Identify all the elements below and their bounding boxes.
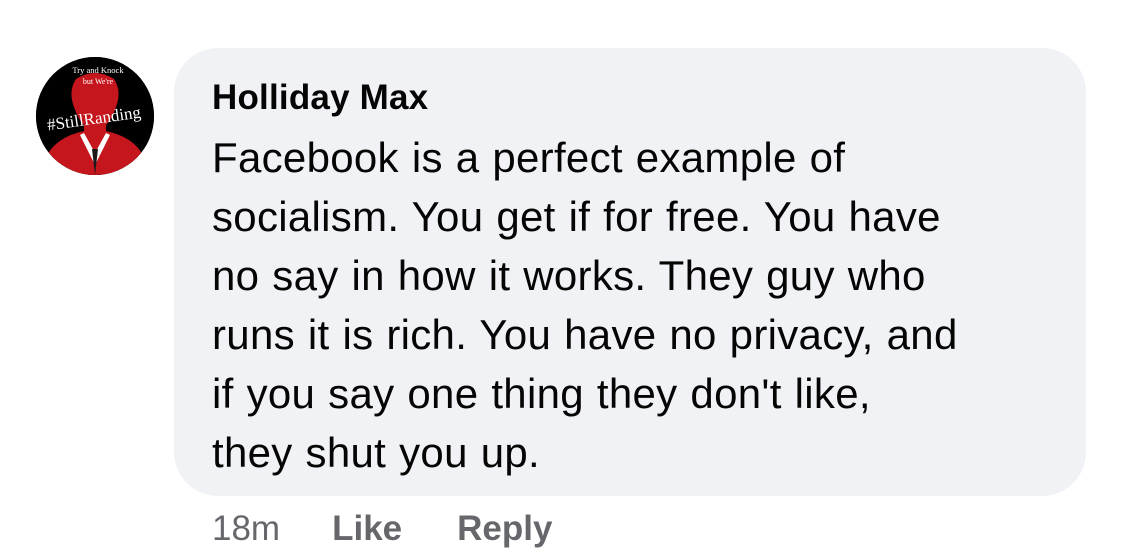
avatar-top-text-2: but We're xyxy=(83,77,114,86)
avatar-image: Try and Knock but We're #StillRanding xyxy=(36,57,154,175)
comment-line: socialism. You get if for free. You have xyxy=(212,193,941,240)
comment-timestamp[interactable]: 18m xyxy=(212,509,280,549)
comment-bubble: Holliday Max Facebook is a perfect examp… xyxy=(174,48,1086,496)
comment-actions: 18m Like Reply xyxy=(212,505,552,553)
comment-line: runs it is rich. You have no privacy, an… xyxy=(212,311,958,358)
avatar[interactable]: Try and Knock but We're #StillRanding xyxy=(36,57,154,175)
comment-line: they shut you up. xyxy=(212,429,540,476)
comment-text: Facebook is a perfect example of sociali… xyxy=(212,128,1050,482)
comment-author[interactable]: Holliday Max xyxy=(212,78,1050,118)
comment-line: if you say one thing they don't like, xyxy=(212,370,871,417)
like-button[interactable]: Like xyxy=(332,509,402,549)
reply-button[interactable]: Reply xyxy=(457,509,552,549)
comment-line: Facebook is a perfect example of xyxy=(212,134,846,181)
avatar-top-text-1: Try and Knock xyxy=(72,65,124,75)
comment-line: no say in how it works. They guy who xyxy=(212,252,926,299)
